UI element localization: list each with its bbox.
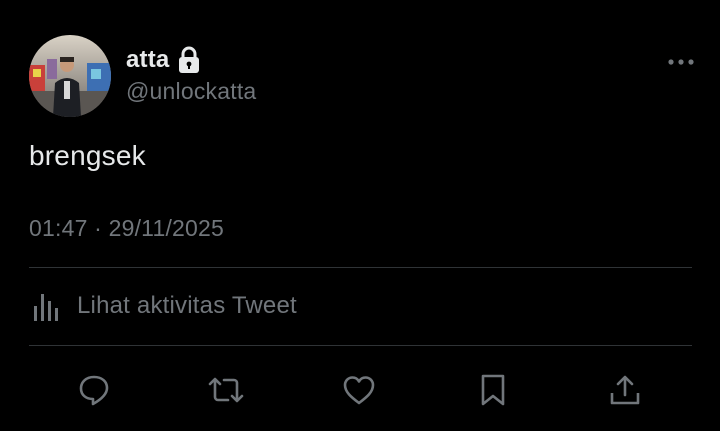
share-icon — [610, 375, 640, 405]
tweet-timestamp[interactable]: 01:47 · 29/11/2025 — [29, 215, 224, 242]
more-horizontal-icon — [668, 59, 694, 65]
bookmark-icon — [481, 374, 505, 406]
view-tweet-activity-link[interactable]: Lihat aktivitas Tweet — [29, 286, 297, 326]
user-handle[interactable]: @unlockatta — [126, 78, 256, 105]
heart-icon — [343, 376, 375, 405]
tweet-action-bar — [0, 362, 720, 416]
tweet-text: brengsek — [29, 140, 146, 171]
analytics-bars-icon — [34, 294, 58, 321]
display-name[interactable]: atta — [126, 46, 169, 74]
like-button[interactable] — [337, 368, 381, 412]
tweet-detail: atta @unlockatta brengsek 01:47 · 29/11/… — [0, 0, 720, 431]
user-name-row: atta — [126, 44, 201, 76]
retweet-button[interactable] — [204, 368, 248, 412]
reply-icon — [79, 375, 109, 406]
avatar[interactable] — [29, 35, 111, 117]
bookmark-button[interactable] — [471, 368, 515, 412]
retweet-icon — [208, 377, 244, 403]
divider — [29, 345, 692, 346]
activity-label: Lihat aktivitas Tweet — [77, 292, 297, 319]
more-options-button[interactable] — [664, 50, 698, 74]
divider — [29, 267, 692, 268]
lock-icon — [177, 46, 201, 74]
share-button[interactable] — [603, 368, 647, 412]
reply-button[interactable] — [72, 368, 116, 412]
